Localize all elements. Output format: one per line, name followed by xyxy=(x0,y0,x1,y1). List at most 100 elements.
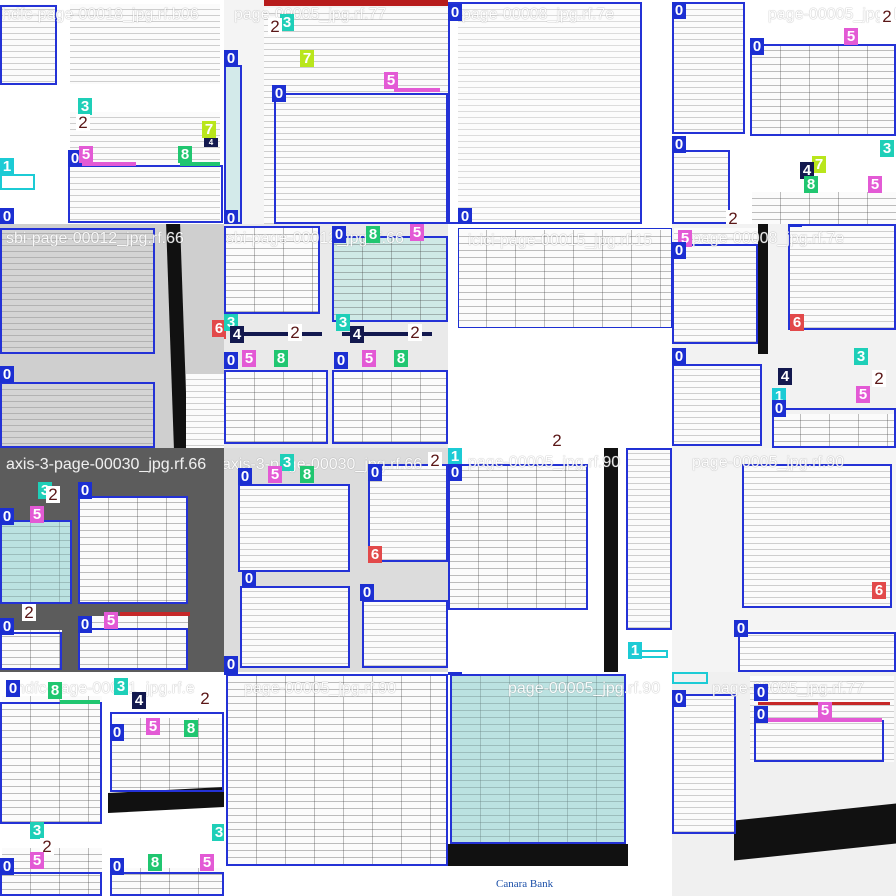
bbox-class-0 xyxy=(738,632,896,672)
file-label: hdfc-page-00018_jpg.rf.b06 xyxy=(2,6,199,23)
label-class-3: 3 xyxy=(336,314,350,331)
label-class-8: 8 xyxy=(274,350,288,367)
label-class-3: 3 xyxy=(212,824,224,841)
label-class-0: 0 xyxy=(0,508,14,525)
label-class-8: 8 xyxy=(148,854,162,871)
mosaic-tile-r1c1: hdfc-page-00018_jpg.rf.b06 3 2 7 4 0 5 8… xyxy=(0,0,224,224)
label-class-0: 0 xyxy=(0,208,14,224)
label-class-4: 4 xyxy=(204,138,218,147)
label-class-0: 0 xyxy=(754,684,768,701)
mosaic-tile-r4c3: page-00005_jpg.rf.90 0 Canara Bank xyxy=(448,672,672,896)
label-class-5: 5 xyxy=(200,854,214,871)
label-class-0: 0 xyxy=(272,85,286,102)
mosaic-tile-r4c2: page-00005_jpg.rf.90 0 xyxy=(224,672,448,896)
bbox-class-0 xyxy=(448,2,642,224)
label-class-2: 2 xyxy=(46,486,60,503)
label-class-0: 0 xyxy=(448,672,462,675)
mosaic-tile-r1c3: page-00008_jpg.rf.7e 0 0 xyxy=(448,0,672,224)
label-class-0: 0 xyxy=(78,616,92,633)
label-class-4: 4 xyxy=(778,368,792,385)
label-class-2: 2 xyxy=(550,432,564,448)
bbox-class-0 xyxy=(750,44,896,136)
bbox-class-0 xyxy=(238,484,350,572)
label-class-4: 4 xyxy=(132,692,146,709)
bbox-class-0 xyxy=(742,464,892,608)
file-label: page-00005_jpg.rf.90 xyxy=(244,680,397,697)
label-class-2: 2 xyxy=(22,604,36,621)
label-class-0: 0 xyxy=(788,224,802,227)
label-class-0: 0 xyxy=(0,366,14,383)
file-label: page-00005_jpg.rf.77 xyxy=(234,6,387,23)
mosaic-tile-r2c3: icici-page-00015_jpg.rf.15 2 xyxy=(448,224,672,448)
label-class-2: 2 xyxy=(872,370,886,387)
label-class-2: 2 xyxy=(726,210,740,224)
label-class-0: 0 xyxy=(224,656,238,672)
bbox-class-0 xyxy=(672,2,745,134)
label-class-5: 5 xyxy=(268,466,282,483)
bbox-class-0 xyxy=(68,165,223,223)
bbox-class-0 xyxy=(754,720,884,762)
label-class-3: 3 xyxy=(280,14,294,31)
label-class-2: 2 xyxy=(408,324,422,341)
mosaic-tile-r2c1: sbi-page-00012_jpg.rf.66 0 6 xyxy=(0,224,224,448)
label-class-0: 0 xyxy=(0,618,14,635)
mosaic-tile-r4c4: page-00005_jpg.rf.77 0 0 5 0 xyxy=(672,672,896,896)
bbox-class-0 xyxy=(448,464,588,610)
shadow-edge xyxy=(166,224,188,448)
bbox-class-0 xyxy=(240,586,350,668)
label-class-6: 6 xyxy=(790,314,804,331)
label-class-0: 0 xyxy=(672,2,686,19)
label-class-0: 0 xyxy=(448,464,462,481)
mosaic-tile-r3c3: page-00005_jpg.rf.90 1 0 0 1 xyxy=(448,448,672,672)
bbox-class-0 xyxy=(110,712,224,792)
bbox-class-0 xyxy=(672,244,758,344)
label-class-8: 8 xyxy=(300,466,314,483)
label-class-0: 0 xyxy=(6,680,20,697)
file-label: page-00005_jpg.rf.90 xyxy=(508,680,661,697)
file-label: page-00005_jpg.rf.77 xyxy=(768,6,896,23)
label-class-0: 0 xyxy=(110,724,124,741)
label-class-0: 0 xyxy=(448,4,462,21)
mosaic-tile-r4c1: hdfc-page-00001_jpg.rf.e 0 8 3 4 2 0 5 8… xyxy=(0,672,224,896)
bbox-class-1 xyxy=(672,672,708,684)
mosaic-tile-r1c4: page-00005_jpg.rf.77 0 2 5 0 0 3 7 4 8 5… xyxy=(672,0,896,224)
bbox-class-0 xyxy=(0,632,62,670)
bbox-class-0 xyxy=(0,520,72,604)
bbox-class-0 xyxy=(672,694,736,834)
file-label: page-00005_jpg.rf.77 xyxy=(712,680,865,697)
label-class-5: 5 xyxy=(384,72,398,89)
label-class-0: 0 xyxy=(458,208,472,224)
label-class-2: 2 xyxy=(428,452,442,469)
file-label: sbi-page-00012_jpg.rf.66 xyxy=(6,230,184,247)
label-class-5: 5 xyxy=(30,506,44,523)
document-page xyxy=(186,374,224,448)
mosaic-tile-r1c2: page-00005_jpg.rf.77 3 2 7 0 5 0 0 xyxy=(224,0,448,224)
label-class-8: 8 xyxy=(178,146,192,163)
file-label: hdfc-page-00001_jpg.rf.e xyxy=(16,680,195,697)
label-class-8: 8 xyxy=(184,720,198,737)
file-label: icici-page-00015_jpg.rf.15 xyxy=(468,232,653,249)
file-label: page-00008_jpg.rf.7e xyxy=(692,230,845,247)
label-class-5: 5 xyxy=(868,176,882,193)
mosaic-tile-r3c1: axis-3-page-00030_jpg.rf.66 3 2 0 0 5 2 … xyxy=(0,448,224,672)
bbox-class-0 xyxy=(450,674,626,844)
file-label: axis-3-page-00030_jpg.rf.66 xyxy=(224,456,423,473)
bbox-class-0 xyxy=(332,236,448,322)
label-class-0: 0 xyxy=(78,482,92,499)
label-class-8: 8 xyxy=(48,682,62,699)
bbox-class-0 xyxy=(0,872,102,896)
label-class-1: 1 xyxy=(0,158,14,175)
label-class-8: 8 xyxy=(804,176,818,193)
label-class-5: 5 xyxy=(818,702,832,719)
mosaic-tile-r3c4: page-00005_jpg.rf.90 6 0 xyxy=(672,448,896,672)
bbox-class-0 xyxy=(362,600,448,668)
label-class-0: 0 xyxy=(332,226,346,243)
label-class-5: 5 xyxy=(30,852,44,869)
bbox-class-0 xyxy=(672,150,730,224)
label-class-7: 7 xyxy=(812,156,826,173)
label-class-0: 0 xyxy=(238,468,252,485)
label-class-5: 5 xyxy=(856,386,870,403)
bbox-class-0 xyxy=(332,370,448,444)
label-class-2: 2 xyxy=(268,18,282,35)
bbox-class-0 xyxy=(226,674,448,866)
